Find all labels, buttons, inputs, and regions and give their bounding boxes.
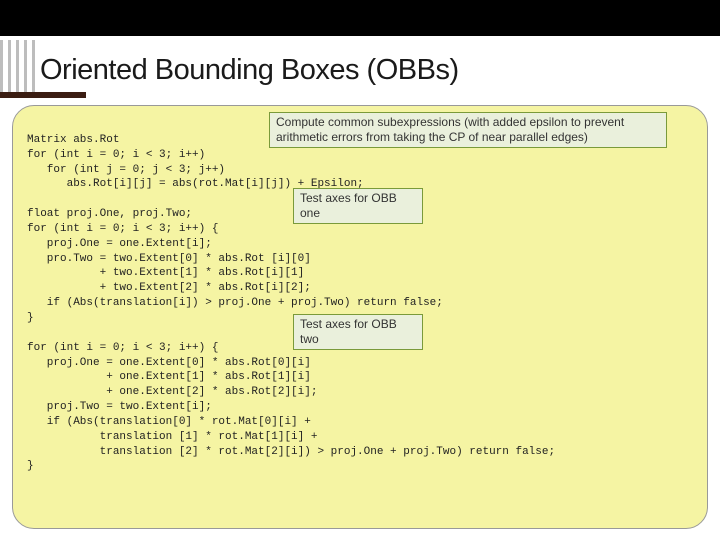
code-line: for (int i = 0; i < 3; i++) { — [27, 342, 218, 354]
code-line: proj.One = one.Extent[i]; — [27, 238, 212, 250]
callout-axes-one: Test axes for OBB one — [293, 188, 423, 224]
code-line: for (int j = 0; j < 3; j++) — [27, 164, 225, 176]
code-panel: Matrix abs.Rot for (int i = 0; i < 3; i+… — [12, 105, 708, 529]
accent-bar — [0, 92, 86, 98]
code-line: } — [27, 460, 34, 472]
code-line: for (int i = 0; i < 3; i++) — [27, 149, 205, 161]
code-line: pro.Two = two.Extent[0] * abs.Rot [i][0] — [27, 253, 311, 265]
callout-axes-two: Test axes for OBB two — [293, 314, 423, 350]
code-line: float proj.One, proj.Two; — [27, 208, 192, 220]
code-line: + one.Extent[1] * abs.Rot[1][i] — [27, 371, 311, 383]
page-title: Oriented Bounding Boxes (OBBs) — [40, 54, 720, 87]
code-line: for (int i = 0; i < 3; i++) { — [27, 223, 218, 235]
code-line: } — [27, 312, 34, 324]
code-line: if (Abs(translation[i]) > proj.One + pro… — [27, 297, 443, 309]
hatch-decoration — [0, 40, 36, 92]
code-line: Matrix abs.Rot — [27, 134, 119, 146]
code-line: translation [2] * rot.Mat[2][i]) > proj.… — [27, 446, 555, 458]
top-bar — [0, 0, 720, 36]
code-block: Matrix abs.Rot for (int i = 0; i < 3; i+… — [27, 118, 693, 489]
code-line: + two.Extent[1] * abs.Rot[i][1] — [27, 267, 304, 279]
code-line: + one.Extent[2] * abs.Rot[2][i]; — [27, 386, 317, 398]
title-area: Oriented Bounding Boxes (OBBs) — [0, 36, 720, 99]
code-line: + two.Extent[2] * abs.Rot[i][2]; — [27, 282, 311, 294]
callout-subexpressions: Compute common subexpressions (with adde… — [269, 112, 667, 148]
code-line: proj.One = one.Extent[0] * abs.Rot[0][i] — [27, 357, 311, 369]
code-line: translation [1] * rot.Mat[1][i] + — [27, 431, 317, 443]
code-line: proj.Two = two.Extent[i]; — [27, 401, 212, 413]
code-line: if (Abs(translation[0] * rot.Mat[0][i] + — [27, 416, 311, 428]
